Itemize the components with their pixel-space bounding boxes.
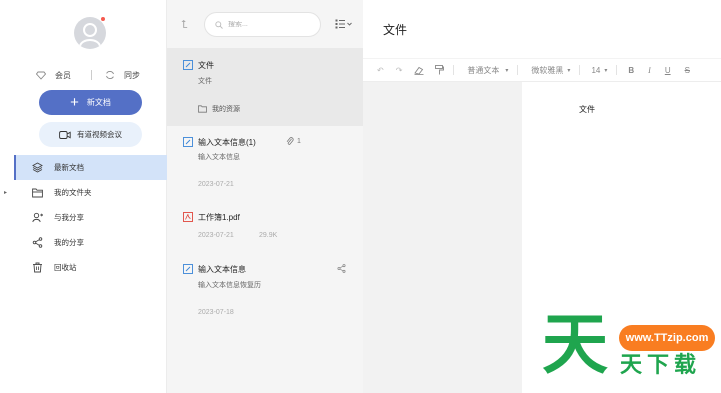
member-label[interactable]: 会员 bbox=[55, 70, 71, 81]
expand-arrow-icon[interactable]: ▸ bbox=[4, 189, 7, 196]
list-view-icon bbox=[335, 19, 352, 29]
sync-icon bbox=[106, 71, 114, 79]
new-doc-label: 新文档 bbox=[86, 98, 111, 107]
file-folder-label: 我的资源 bbox=[212, 106, 240, 113]
notification-dot bbox=[100, 16, 106, 22]
chevron-down-icon: ▾ bbox=[604, 67, 608, 74]
editor-toolbar: ↶ ↷ 普通文本 ▾ 微软雅黑 ▾ 14 ▾ B I U S bbox=[363, 58, 721, 82]
user-share-icon bbox=[32, 212, 43, 223]
nav-label-shared-with-me: 与我分享 bbox=[54, 213, 84, 222]
chevron-down-icon: ▾ bbox=[505, 67, 509, 74]
file-list-panel: ⮤ 文件 文件 我的资源 bbox=[167, 0, 363, 393]
toolbar-divider bbox=[517, 65, 519, 75]
file-subtitle: 输入文本信息恢复历 bbox=[198, 282, 261, 289]
nav-item-trash[interactable]: 回收站 bbox=[14, 255, 167, 280]
file-title: 文件 bbox=[198, 61, 214, 70]
file-date: 2023-07-21 bbox=[198, 232, 234, 239]
folder-icon bbox=[198, 105, 207, 113]
sidebar-nav: 最新文档 ▸ 我的文件夹 与我分享 我的分享 回收站 bbox=[4, 155, 167, 280]
note-icon bbox=[183, 264, 193, 274]
list-header: ⮤ bbox=[167, 0, 363, 48]
sync-label[interactable]: 同步 bbox=[124, 70, 140, 81]
redo-icon[interactable]: ↷ bbox=[396, 66, 403, 75]
page-body-text[interactable]: 文件 bbox=[579, 104, 595, 115]
doc-title[interactable]: 文件 bbox=[383, 21, 407, 38]
file-item[interactable]: 输入文本信息(1) 1 输入文本信息 2023-07-21 bbox=[167, 126, 363, 202]
divider bbox=[91, 70, 92, 80]
watermark-subtitle: 天下载 bbox=[620, 353, 702, 378]
format-painter-icon[interactable] bbox=[435, 65, 445, 75]
watermark-logo-char: 天 bbox=[542, 306, 608, 383]
video-meeting-button[interactable]: 有道视频会议 bbox=[39, 122, 142, 147]
file-subtitle: 文件 bbox=[198, 78, 212, 85]
nav-label-folders: 我的文件夹 bbox=[54, 188, 92, 197]
trash-icon bbox=[32, 262, 43, 273]
file-item[interactable]: 工作簿1.pdf 2023-07-21 29.9K bbox=[167, 202, 363, 254]
nav-label-my-shares: 我的分享 bbox=[54, 238, 84, 247]
paragraph-style-select[interactable]: 普通文本 ▾ bbox=[467, 65, 508, 76]
nav-item-folders[interactable]: ▸ 我的文件夹 bbox=[4, 180, 167, 205]
member-sync-row: 会员 同步 bbox=[36, 68, 146, 82]
pdf-icon bbox=[183, 212, 193, 222]
toolbar-divider bbox=[579, 65, 581, 75]
file-title: 输入文本信息(1) bbox=[198, 138, 256, 147]
share-icon[interactable] bbox=[337, 264, 346, 273]
sort-icon[interactable]: ⮤ bbox=[181, 19, 188, 32]
paragraph-style-value: 普通文本 bbox=[467, 65, 500, 75]
chevron-down-icon: ▾ bbox=[567, 67, 571, 74]
bold-button[interactable]: B bbox=[628, 66, 634, 75]
file-title: 工作簿1.pdf bbox=[198, 213, 240, 222]
video-icon bbox=[59, 130, 71, 139]
nav-item-my-shares[interactable]: 我的分享 bbox=[14, 230, 167, 255]
file-date: 2023-07-21 bbox=[198, 181, 234, 188]
watermark-site: www.TTzip.com bbox=[619, 325, 715, 351]
file-folder: 我的资源 bbox=[198, 104, 240, 114]
search-box[interactable] bbox=[204, 12, 321, 37]
editor-margin bbox=[363, 82, 522, 393]
sidebar: 会员 同步 + 新文档 有道视频会议 最新文档 ▸ 我的文件夹 与我分享 我的分… bbox=[0, 0, 167, 393]
plus-icon: + bbox=[70, 94, 79, 111]
file-item[interactable]: 输入文本信息 输入文本信息恢复历 2023-07-18 bbox=[167, 254, 363, 326]
file-date: 2023-07-18 bbox=[198, 309, 234, 316]
font-family-select[interactable]: 微软雅黑 ▾ bbox=[531, 65, 570, 76]
diamond-icon bbox=[36, 71, 46, 80]
strikethrough-button[interactable]: S bbox=[685, 66, 690, 75]
undo-icon[interactable]: ↶ bbox=[377, 66, 384, 75]
paperclip-icon bbox=[286, 137, 294, 145]
font-size-select[interactable]: 14 ▾ bbox=[591, 66, 607, 75]
toolbar-divider bbox=[616, 65, 618, 75]
nav-item-recent[interactable]: 最新文档 bbox=[14, 155, 167, 180]
nav-label-trash: 回收站 bbox=[54, 263, 77, 272]
file-title: 输入文本信息 bbox=[198, 265, 246, 274]
eraser-icon[interactable] bbox=[414, 66, 424, 75]
view-toggle[interactable] bbox=[335, 18, 353, 30]
search-icon bbox=[215, 20, 223, 29]
share-icon bbox=[32, 237, 43, 248]
layers-icon bbox=[32, 162, 43, 173]
file-subtitle: 输入文本信息 bbox=[198, 154, 240, 161]
toolbar-divider bbox=[453, 65, 455, 75]
attachment-count-value: 1 bbox=[297, 138, 301, 145]
italic-button[interactable]: I bbox=[648, 66, 651, 75]
font-family-value: 微软雅黑 bbox=[531, 65, 564, 75]
note-icon bbox=[183, 60, 193, 70]
folder-icon bbox=[32, 187, 43, 198]
search-input[interactable] bbox=[228, 21, 318, 28]
new-doc-button[interactable]: + 新文档 bbox=[39, 90, 142, 115]
underline-button[interactable]: U bbox=[665, 66, 671, 75]
note-icon bbox=[183, 137, 193, 147]
file-size: 29.9K bbox=[259, 232, 278, 239]
nav-label-recent: 最新文档 bbox=[54, 163, 84, 172]
file-item[interactable]: 文件 文件 我的资源 bbox=[167, 48, 363, 126]
video-meeting-label: 有道视频会议 bbox=[77, 130, 122, 139]
font-size-value: 14 bbox=[591, 65, 601, 75]
nav-item-shared-with-me[interactable]: 与我分享 bbox=[14, 205, 167, 230]
attachment-count: 1 bbox=[286, 137, 301, 146]
